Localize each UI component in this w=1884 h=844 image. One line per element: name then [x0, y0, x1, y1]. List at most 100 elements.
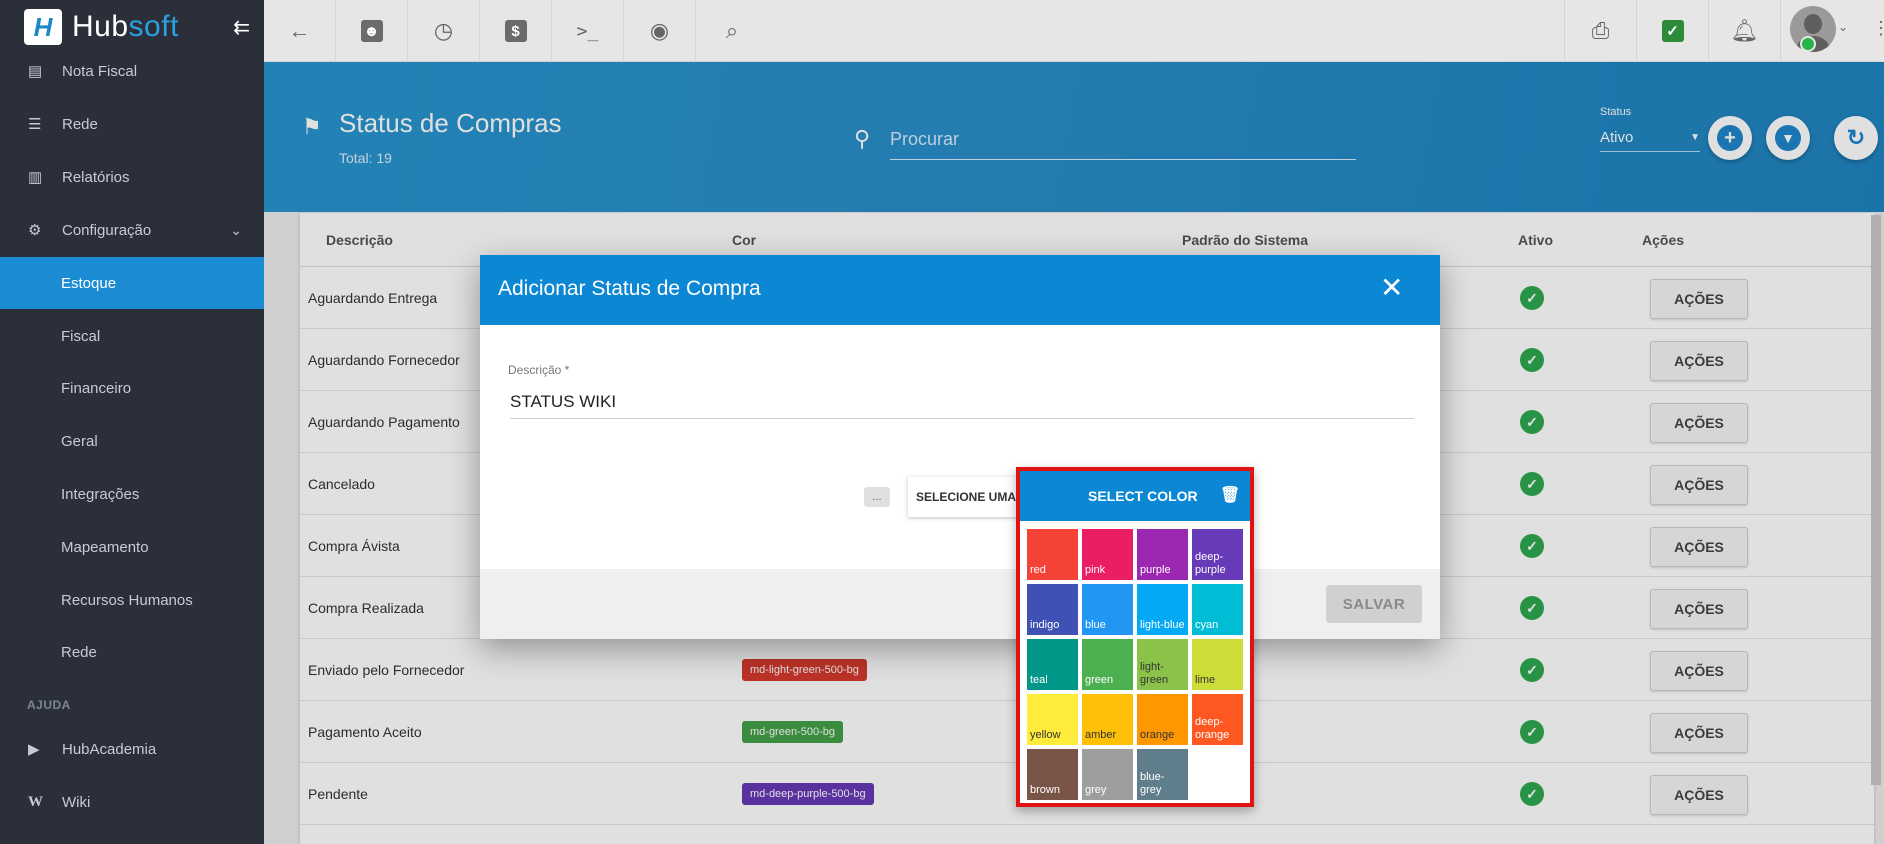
sidebar-item-label: Configuração — [62, 221, 152, 239]
back-arrow-icon: ← — [288, 18, 311, 43]
eye-icon: ◉ — [649, 18, 670, 43]
contacts-button[interactable]: ☻ — [336, 0, 408, 62]
search-icon: ⌕ — [725, 18, 739, 43]
avatar-head — [1804, 14, 1822, 34]
sidebar-item-label: Estoque — [61, 274, 117, 292]
back-button[interactable]: ← — [264, 0, 336, 62]
brand-suffix: soft — [128, 10, 179, 43]
color-swatch-amber[interactable]: amber — [1082, 694, 1133, 745]
color-swatch-yellow[interactable]: yellow — [1027, 694, 1078, 745]
sidebar-item-rede[interactable]: ☰ Rede — [0, 98, 264, 150]
chevron-down-icon: ⌄ — [230, 221, 242, 238]
gear-icon: ⚙ — [28, 222, 42, 239]
chat-check-icon: ✓ — [1661, 20, 1684, 42]
chat-button[interactable]: ✓ — [1636, 0, 1708, 62]
sidebar-item-integracoes[interactable]: Integrações — [0, 468, 264, 520]
sidebar-item-estoque[interactable]: Estoque — [0, 257, 264, 309]
file-icon: ▤ — [28, 63, 43, 80]
sidebar-item-financeiro[interactable]: Financeiro — [0, 362, 264, 414]
sidebar-item-wiki[interactable]: W Wiki — [0, 776, 264, 828]
dialog-header: Adicionar Status de Compra ✕ — [480, 255, 1440, 325]
sidebar-item-configuracao[interactable]: ⚙ Configuração ⌄ — [0, 204, 264, 256]
server-icon: ☰ — [28, 116, 42, 133]
color-swatch-lime[interactable]: lime — [1192, 639, 1243, 690]
descricao-input[interactable]: STATUS WIKI — [510, 385, 1414, 419]
online-status-dot — [1800, 36, 1816, 52]
sidebar-item-nota-fiscal[interactable]: ▤ Nota Fiscal — [0, 45, 264, 97]
bell-icon: 🔔︎ — [1730, 18, 1759, 43]
sidebar-item-fiscal[interactable]: Fiscal — [0, 310, 264, 362]
sidebar-section-ajuda: AJUDA — [27, 698, 71, 712]
sidebar-item-label: Nota Fiscal — [62, 62, 138, 80]
chevron-down-icon[interactable]: ⌄ — [1838, 20, 1848, 34]
color-swatch-grey[interactable]: grey — [1082, 749, 1133, 800]
hubsoft-logo-icon: H — [24, 9, 62, 45]
color-picker-title: SELECT COLOR — [1088, 488, 1198, 504]
color-swatch-green[interactable]: green — [1082, 639, 1133, 690]
sidebar-item-label: Geral — [61, 432, 98, 450]
sidebar-item-label: HubAcademia — [62, 740, 157, 758]
color-swatch-blue[interactable]: blue — [1082, 584, 1133, 635]
color-preview-button[interactable]: ... — [864, 487, 890, 507]
color-swatch-light-green[interactable]: light-green — [1137, 639, 1188, 690]
sidebar-item-rede-config[interactable]: Rede — [0, 626, 264, 678]
contact-card-icon: ☻ — [360, 20, 383, 42]
sidebar-item-label: Rede — [62, 115, 98, 133]
dollar-icon: $ — [504, 20, 527, 42]
color-swatch-purple[interactable]: purple — [1137, 529, 1188, 580]
terminal-button[interactable]: >_ — [552, 0, 624, 62]
sidebar-item-recursos-humanos[interactable]: Recursos Humanos — [0, 574, 264, 626]
search-button[interactable]: ⌕ — [696, 0, 768, 62]
color-swatch-deep-purple[interactable]: deep-purple — [1192, 529, 1243, 580]
pdf-icon: ⎙ — [1591, 18, 1610, 43]
sidebar-item-label: Relatórios — [62, 168, 130, 186]
view-button[interactable]: ◉ — [624, 0, 696, 62]
color-swatch-blue-grey[interactable]: blue-grey — [1137, 749, 1188, 800]
wikipedia-icon: W — [28, 793, 43, 810]
descricao-label: Descrição * — [508, 363, 570, 377]
sidebar-item-hubacademia[interactable]: ▶ HubAcademia — [0, 723, 264, 775]
sidebar-item-label: Fiscal — [61, 327, 101, 345]
color-swatch-brown[interactable]: brown — [1027, 749, 1078, 800]
brand-name: Hubsoft — [72, 10, 179, 44]
color-swatch-deep-orange[interactable]: deep-orange — [1192, 694, 1243, 745]
topbar: ← ☻ ◷ $ >_ ◉ ⌕ ⎙ ✓ 🔔︎ — [264, 0, 1884, 62]
sidebar-item-label: Mapeamento — [61, 538, 149, 556]
close-icon[interactable]: ✕ — [1380, 271, 1403, 304]
color-picker: SELECT COLOR 🗑︎ red pink purple deep-purple… — [1016, 467, 1254, 807]
color-swatch-red[interactable]: red — [1027, 529, 1078, 580]
dialog-footer — [480, 569, 1440, 639]
sidebar-item-label: Financeiro — [61, 379, 132, 397]
sidebar-item-label: Recursos Humanos — [61, 591, 193, 609]
pdf-button[interactable]: ⎙ — [1564, 0, 1636, 62]
sidebar-item-relatorios[interactable]: ▥ Relatórios — [0, 151, 264, 203]
color-swatch-light-blue[interactable]: light-blue — [1137, 584, 1188, 635]
color-swatch-teal[interactable]: teal — [1027, 639, 1078, 690]
color-swatch-indigo[interactable]: indigo — [1027, 584, 1078, 635]
sidebar-item-label: Wiki — [62, 793, 91, 811]
youtube-icon: ▶ — [28, 741, 40, 758]
finance-button[interactable]: $ — [480, 0, 552, 62]
color-picker-header: SELECT COLOR 🗑︎ — [1020, 471, 1250, 521]
more-menu-icon[interactable]: ⋮ — [1872, 18, 1884, 39]
color-swatch-orange[interactable]: orange — [1137, 694, 1188, 745]
calendar-clock-icon: ◷ — [433, 18, 454, 43]
notifications-button[interactable]: 🔔︎ — [1708, 0, 1780, 62]
color-swatch-cyan[interactable]: cyan — [1192, 584, 1243, 635]
save-button[interactable]: SALVAR — [1326, 585, 1422, 623]
report-icon: ▥ — [28, 169, 43, 186]
schedule-button[interactable]: ◷ — [408, 0, 480, 62]
sidebar: H Hubsoft ⇇ ▤ Nota Fiscal ☰ Rede ▥ Relat… — [0, 0, 264, 844]
sidebar-item-label: Integrações — [61, 485, 140, 503]
trash-icon[interactable]: 🗑︎ — [1220, 485, 1240, 505]
sidebar-item-mapeamento[interactable]: Mapeamento — [0, 521, 264, 573]
dialog-title: Adicionar Status de Compra — [498, 277, 761, 300]
add-status-dialog: Adicionar Status de Compra ✕ Descrição *… — [480, 255, 1440, 639]
terminal-icon: >_ — [576, 20, 599, 42]
select-color-button[interactable]: SELECIONE UMA — [908, 477, 1028, 517]
sidebar-item-geral[interactable]: Geral — [0, 415, 264, 467]
color-swatch-pink[interactable]: pink — [1082, 529, 1133, 580]
brand-prefix: Hub — [72, 10, 129, 43]
sidebar-item-label: Rede — [61, 643, 97, 661]
menu-collapse-icon[interactable]: ⇇ — [233, 15, 250, 40]
